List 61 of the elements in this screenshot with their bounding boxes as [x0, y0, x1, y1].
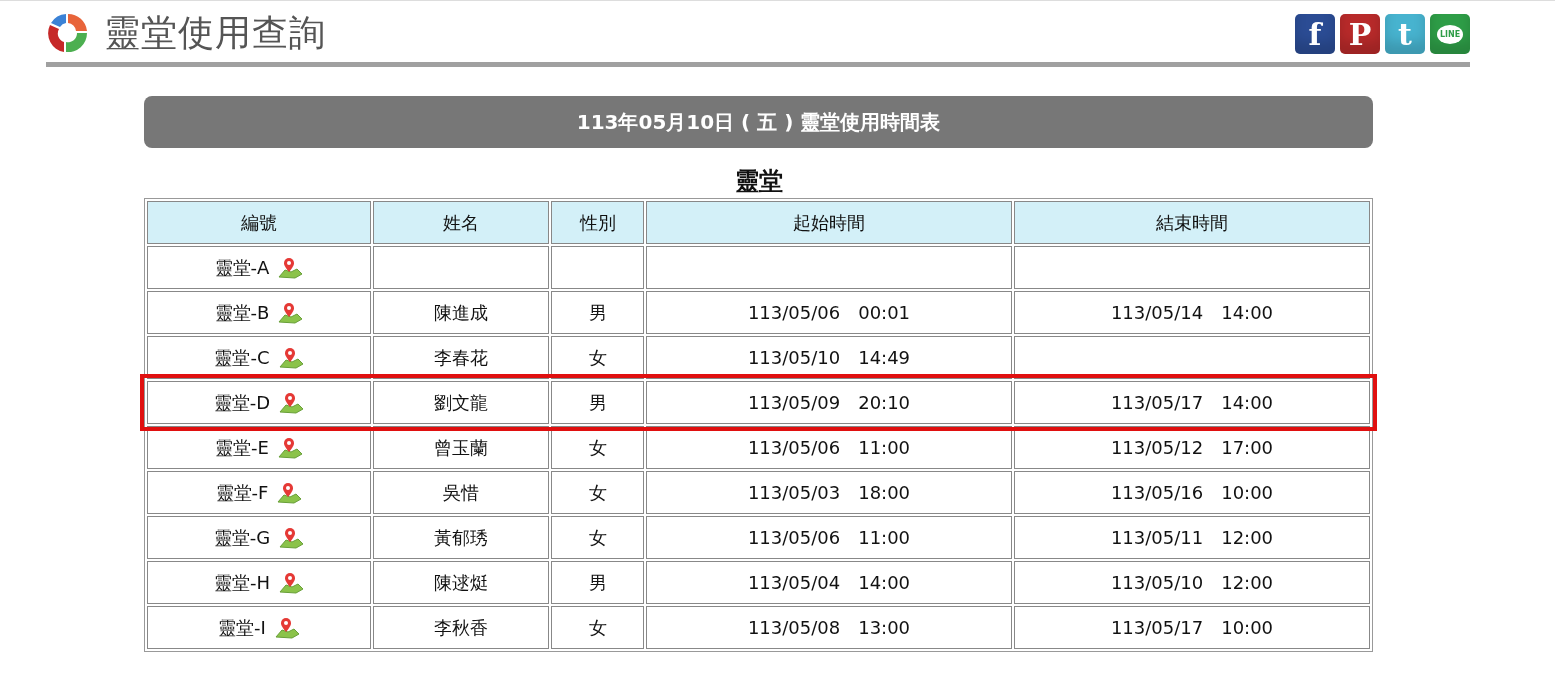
time-text: 113/05/11 12:00 — [1110, 526, 1274, 548]
schedule-banner: 113年05月10日 ( 五 ) 靈堂使用時間表 — [144, 96, 1373, 148]
gender-text: 女 — [588, 481, 607, 503]
map-pin-icon[interactable] — [273, 616, 300, 639]
hall-name: 靈堂-F — [215, 480, 269, 505]
time-text: 113/05/17 10:00 — [1110, 616, 1274, 638]
time-text: 113/05/10 14:49 — [747, 346, 911, 368]
hall-name: 靈堂-I — [218, 615, 266, 640]
gender-text: 女 — [588, 346, 607, 368]
column-header: 性別 — [551, 201, 644, 244]
hall-name: 靈堂-A — [214, 255, 270, 280]
time-text: 113/05/17 14:00 — [1110, 391, 1274, 413]
hall-name: 靈堂-H — [214, 570, 270, 595]
time-text: 113/05/09 20:10 — [747, 391, 911, 413]
table-caption: 靈堂 — [733, 166, 784, 197]
hall-name: 靈堂-E — [215, 435, 269, 460]
gender-text: 男 — [588, 571, 607, 593]
map-pin-icon[interactable] — [276, 436, 303, 459]
time-text: 113/05/14 14:00 — [1110, 301, 1274, 323]
map-pin-icon[interactable] — [278, 571, 304, 594]
gender-text: 女 — [588, 526, 607, 548]
time-text: 113/05/06 00:01 — [747, 301, 911, 323]
plurk-share-button[interactable]: P — [1340, 14, 1380, 54]
hall-name: 靈堂-B — [214, 300, 270, 325]
column-header: 結束時間 — [1014, 201, 1370, 244]
gender-text: 女 — [588, 436, 607, 458]
column-header: 姓名 — [373, 201, 549, 244]
name-text: 陳進成 — [434, 301, 488, 323]
name-text: 李秋香 — [434, 616, 488, 638]
page-title: 靈堂使用查詢 — [104, 10, 326, 55]
time-text: 113/05/16 10:00 — [1110, 481, 1274, 503]
facebook-share-button[interactable]: f — [1295, 14, 1335, 54]
time-text: 113/05/04 14:00 — [747, 571, 911, 593]
gender-text: 男 — [588, 301, 607, 323]
time-text: 113/05/06 11:00 — [747, 526, 911, 548]
time-text: 113/05/06 11:00 — [747, 436, 911, 458]
name-text: 曾玉蘭 — [434, 436, 488, 458]
map-pin-icon[interactable] — [276, 481, 303, 504]
time-text: 113/05/08 13:00 — [747, 616, 911, 638]
map-pin-icon[interactable] — [278, 391, 305, 414]
map-pin-icon[interactable] — [277, 301, 304, 324]
swirl-logo-icon — [46, 11, 90, 55]
name-text: 劉文龍 — [434, 391, 488, 413]
line-share-button[interactable]: LINE — [1430, 14, 1470, 54]
map-pin-icon[interactable] — [277, 256, 304, 279]
map-pin-icon[interactable] — [277, 346, 304, 369]
name-text: 李春花 — [434, 346, 488, 368]
hall-name: 靈堂-D — [213, 390, 271, 415]
gender-text: 女 — [588, 616, 607, 638]
gender-text: 男 — [588, 391, 607, 413]
time-text: 113/05/03 18:00 — [747, 481, 911, 503]
hall-name: 靈堂-G — [213, 525, 271, 550]
name-text: 吳惜 — [443, 481, 479, 503]
column-header: 編號 — [147, 201, 371, 244]
time-text: 113/05/12 17:00 — [1110, 436, 1274, 458]
hall-name: 靈堂-C — [214, 345, 270, 370]
name-text: 陳逑烶 — [434, 571, 488, 593]
name-text: 黃郁琇 — [434, 526, 488, 548]
map-pin-icon[interactable] — [278, 526, 305, 549]
column-header: 起始時間 — [646, 201, 1012, 244]
time-text: 113/05/10 12:00 — [1110, 571, 1274, 593]
